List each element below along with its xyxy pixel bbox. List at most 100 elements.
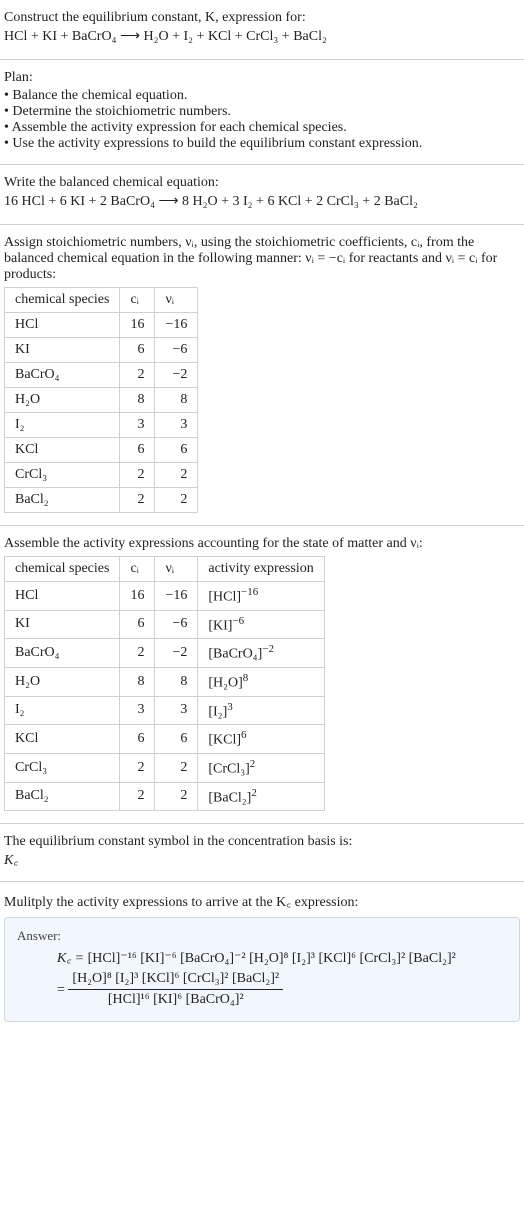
ae-pow: 8 — [243, 672, 249, 684]
table-row: CrCl₃22[CrCl₃]2 — [5, 753, 325, 782]
balanced-title: Write the balanced chemical equation: — [4, 175, 520, 191]
cell-species: KCl — [5, 438, 120, 463]
activity-header-row: chemical species cᵢ νᵢ activity expressi… — [5, 557, 325, 582]
stoich-h2: νᵢ — [155, 288, 198, 313]
cell-activity: [KI]−6 — [198, 610, 324, 639]
cell-species: I₂ — [5, 696, 120, 725]
stoich-h0: chemical species — [5, 288, 120, 313]
plan-bullet-1: • Balance the chemical equation. — [4, 88, 520, 104]
plan-section: Plan: • Balance the chemical equation. •… — [0, 60, 524, 165]
cell-v: 2 — [155, 782, 198, 811]
table-row: KCl66[KCl]6 — [5, 725, 325, 754]
cell-c: 2 — [120, 782, 155, 811]
stoich-intro: Assign stoichiometric numbers, νᵢ, using… — [4, 235, 520, 283]
activity-h1: cᵢ — [120, 557, 155, 582]
cell-activity: [HCl]−16 — [198, 582, 324, 611]
cell-species: HCl — [5, 582, 120, 611]
cell-c: 16 — [120, 582, 155, 611]
plan-bullet-3: • Assemble the activity expression for e… — [4, 120, 520, 136]
ae-base: [CrCl₃] — [208, 762, 249, 777]
cell-species: H₂O — [5, 667, 120, 696]
table-row: CrCl₃22 — [5, 463, 198, 488]
cell-c: 16 — [120, 313, 155, 338]
cell-c: 2 — [120, 753, 155, 782]
stoich-h1: cᵢ — [120, 288, 155, 313]
cell-species: I₂ — [5, 413, 120, 438]
cell-species: KI — [5, 338, 120, 363]
cell-activity: [H₂O]8 — [198, 667, 324, 696]
activity-h3: activity expression — [198, 557, 324, 582]
answer-label: Answer: — [17, 928, 507, 944]
stoich-header-row: chemical species cᵢ νᵢ — [5, 288, 198, 313]
table-row: I₂33[I₂]3 — [5, 696, 325, 725]
cell-c: 3 — [120, 413, 155, 438]
cell-v: 2 — [155, 463, 198, 488]
cell-c: 6 — [120, 438, 155, 463]
cell-species: HCl — [5, 313, 120, 338]
cell-activity: [BaCl₂]2 — [198, 782, 324, 811]
cell-v: −16 — [155, 313, 198, 338]
cell-c: 8 — [120, 667, 155, 696]
cell-v: −6 — [155, 610, 198, 639]
table-row: BaCl₂22[BaCl₂]2 — [5, 782, 325, 811]
plan-bullet-4: • Use the activity expressions to build … — [4, 136, 520, 152]
activity-section: Assemble the activity expressions accoun… — [0, 526, 524, 824]
answer-line2: = [H₂O]⁸ [I₂]³ [KCl]⁶ [CrCl₃]² [BaCl₂]² … — [57, 971, 507, 1010]
ksymbol: K꜀ — [4, 853, 18, 868]
table-row: KI6−6[KI]−6 — [5, 610, 325, 639]
cell-c: 3 — [120, 696, 155, 725]
cell-species: BaCrO₄ — [5, 363, 120, 388]
cell-c: 2 — [120, 463, 155, 488]
table-row: BaCl₂22 — [5, 488, 198, 513]
cell-v: 8 — [155, 388, 198, 413]
activity-intro: Assemble the activity expressions accoun… — [4, 536, 520, 552]
cell-species: KCl — [5, 725, 120, 754]
table-row: I₂33 — [5, 413, 198, 438]
ksymbol-intro: The equilibrium constant symbol in the c… — [4, 834, 520, 850]
cell-activity: [BaCrO₄]−2 — [198, 639, 324, 668]
ae-pow: 6 — [241, 729, 247, 741]
cell-species: BaCl₂ — [5, 488, 120, 513]
header-equation: HCl + KI + BaCrO₄ ⟶ H₂O + I₂ + KCl + CrC… — [4, 28, 520, 45]
cell-v: 6 — [155, 438, 198, 463]
answer-fraction: [H₂O]⁸ [I₂]³ [KCl]⁶ [CrCl₃]² [BaCl₂]² [H… — [68, 971, 283, 1010]
activity-h2: νᵢ — [155, 557, 198, 582]
cell-species: KI — [5, 610, 120, 639]
table-row: BaCrO₄2−2 — [5, 363, 198, 388]
cell-v: 6 — [155, 725, 198, 754]
cell-c: 2 — [120, 488, 155, 513]
cell-species: H₂O — [5, 388, 120, 413]
cell-species: CrCl₃ — [5, 463, 120, 488]
ae-pow: −6 — [232, 615, 244, 627]
cell-activity: [I₂]3 — [198, 696, 324, 725]
cell-c: 2 — [120, 639, 155, 668]
cell-v: −16 — [155, 582, 198, 611]
answer-eq2-lhs: = — [57, 982, 68, 997]
cell-c: 6 — [120, 610, 155, 639]
ae-base: [I₂] — [208, 704, 227, 719]
cell-species: CrCl₃ — [5, 753, 120, 782]
answer-box: Answer: K꜀ = [HCl]⁻¹⁶ [KI]⁻⁶ [BaCrO₄]⁻² … — [4, 917, 520, 1022]
ae-pow: −2 — [262, 643, 274, 655]
ae-base: [KI] — [208, 618, 232, 633]
table-row: H₂O88[H₂O]8 — [5, 667, 325, 696]
header-section: Construct the equilibrium constant, K, e… — [0, 0, 524, 60]
table-row: KI6−6 — [5, 338, 198, 363]
cell-species: BaCrO₄ — [5, 639, 120, 668]
table-row: KCl66 — [5, 438, 198, 463]
ae-pow: 2 — [250, 758, 256, 770]
cell-v: 3 — [155, 696, 198, 725]
cell-c: 6 — [120, 725, 155, 754]
ae-base: [HCl] — [208, 590, 241, 605]
ae-base: [KCl] — [208, 733, 241, 748]
activity-table: chemical species cᵢ νᵢ activity expressi… — [4, 556, 325, 811]
cell-v: −2 — [155, 363, 198, 388]
cell-v: 2 — [155, 753, 198, 782]
ae-pow: 3 — [227, 701, 233, 713]
cell-c: 8 — [120, 388, 155, 413]
activity-h0: chemical species — [5, 557, 120, 582]
cell-c: 6 — [120, 338, 155, 363]
header-prompt: Construct the equilibrium constant, K, e… — [4, 10, 520, 26]
ae-pow: −16 — [241, 586, 258, 598]
cell-v: 3 — [155, 413, 198, 438]
